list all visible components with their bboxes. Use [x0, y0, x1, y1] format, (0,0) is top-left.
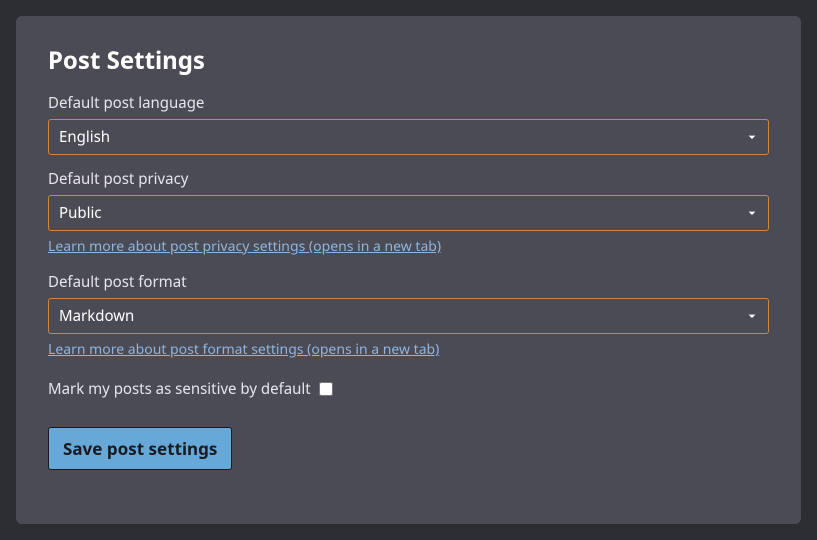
sensitive-row: Mark my posts as sensitive by default: [48, 379, 769, 399]
format-label: Default post format: [48, 272, 769, 292]
format-select[interactable]: Markdown: [48, 298, 769, 334]
format-help-link[interactable]: Learn more about post format settings (o…: [48, 340, 439, 359]
sensitive-checkbox[interactable]: [319, 382, 333, 396]
panel-title: Post Settings: [48, 44, 769, 77]
post-settings-panel: Post Settings Default post language Engl…: [16, 16, 801, 524]
language-label: Default post language: [48, 93, 769, 113]
language-field: Default post language English: [48, 93, 769, 155]
privacy-label: Default post privacy: [48, 169, 769, 189]
privacy-help-link[interactable]: Learn more about post privacy settings (…: [48, 237, 441, 256]
sensitive-label: Mark my posts as sensitive by default: [48, 379, 311, 399]
privacy-field: Default post privacy Public Learn more a…: [48, 169, 769, 258]
format-field: Default post format Markdown Learn more …: [48, 272, 769, 361]
language-select[interactable]: English: [48, 119, 769, 155]
privacy-select[interactable]: Public: [48, 195, 769, 231]
save-button[interactable]: Save post settings: [48, 427, 232, 470]
